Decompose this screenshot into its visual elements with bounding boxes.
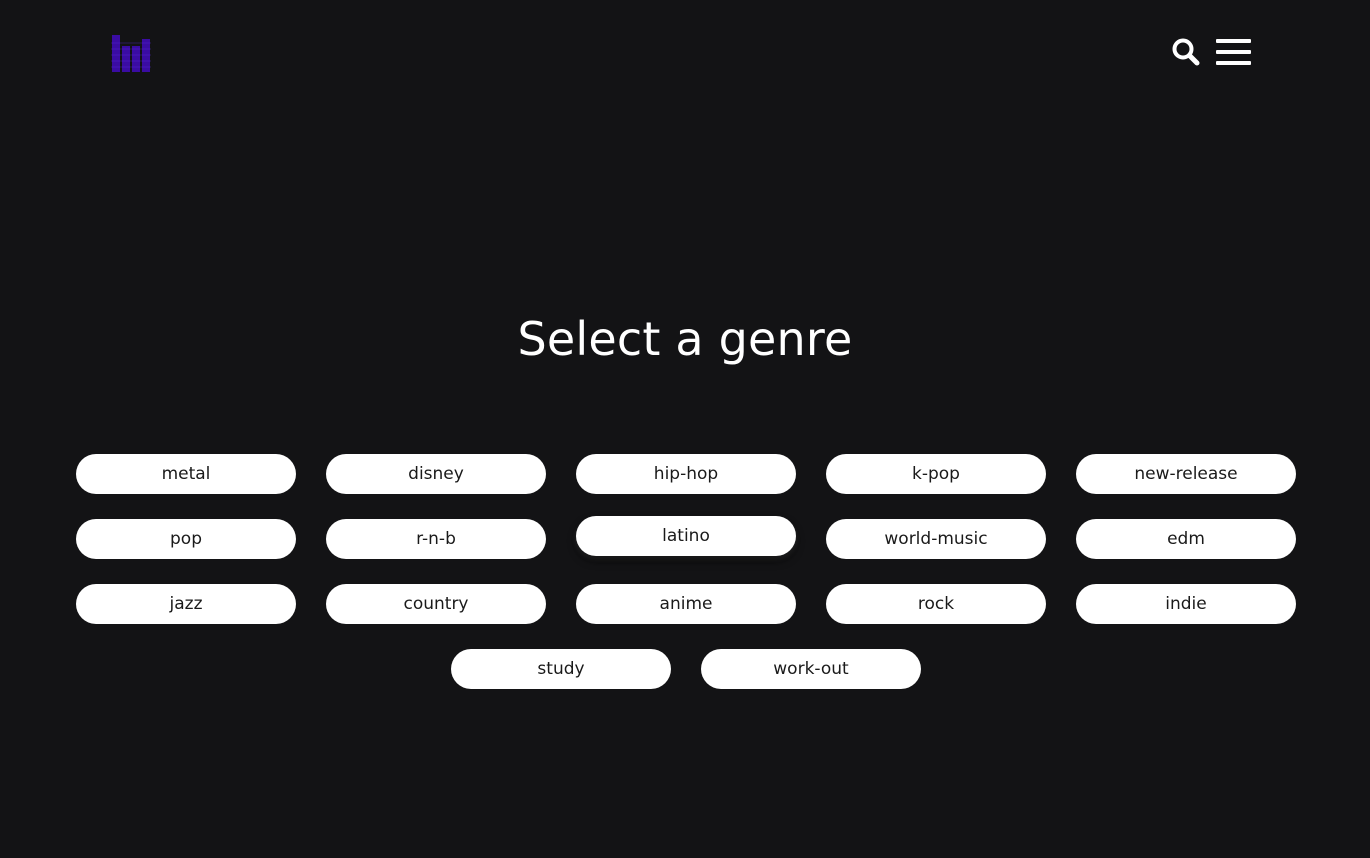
genre-button-pop[interactable]: pop	[76, 519, 296, 559]
genre-button-edm[interactable]: edm	[1076, 519, 1296, 559]
menu-bar	[1216, 61, 1251, 65]
genre-row: jazz country anime rock indie	[76, 584, 1296, 624]
genre-row: study work-out	[76, 649, 1296, 689]
genre-button-rock[interactable]: rock	[826, 584, 1046, 624]
genre-grid: metal disney hip-hop k-pop new-release p…	[76, 454, 1296, 714]
genre-button-country[interactable]: country	[326, 584, 546, 624]
genre-button-jazz[interactable]: jazz	[76, 584, 296, 624]
genre-button-k-pop[interactable]: k-pop	[826, 454, 1046, 494]
page-title: Select a genre	[517, 312, 853, 366]
search-button[interactable]	[1170, 36, 1202, 68]
genre-button-indie[interactable]: indie	[1076, 584, 1296, 624]
hamburger-menu-icon[interactable]	[1216, 36, 1252, 68]
genre-button-metal[interactable]: metal	[76, 454, 296, 494]
genre-button-latino[interactable]: latino	[576, 516, 796, 556]
genre-button-r-n-b[interactable]: r-n-b	[326, 519, 546, 559]
genre-button-new-release[interactable]: new-release	[1076, 454, 1296, 494]
genre-row: metal disney hip-hop k-pop new-release	[76, 454, 1296, 494]
genre-row: pop r-n-b latino world-music edm	[76, 516, 1296, 559]
genre-button-disney[interactable]: disney	[326, 454, 546, 494]
page: Select a genre metal disney hip-hop k-po…	[0, 0, 1370, 858]
equalizer-bars-logo-icon	[111, 35, 151, 72]
genre-button-anime[interactable]: anime	[576, 584, 796, 624]
menu-bar	[1216, 39, 1251, 43]
genre-button-world-music[interactable]: world-music	[826, 519, 1046, 559]
genre-button-study[interactable]: study	[451, 649, 671, 689]
header-actions	[1170, 36, 1252, 68]
genre-button-work-out[interactable]: work-out	[701, 649, 921, 689]
logo[interactable]	[111, 34, 151, 72]
menu-bar	[1216, 50, 1251, 54]
genre-button-hip-hop[interactable]: hip-hop	[576, 454, 796, 494]
search-icon	[1172, 38, 1200, 66]
